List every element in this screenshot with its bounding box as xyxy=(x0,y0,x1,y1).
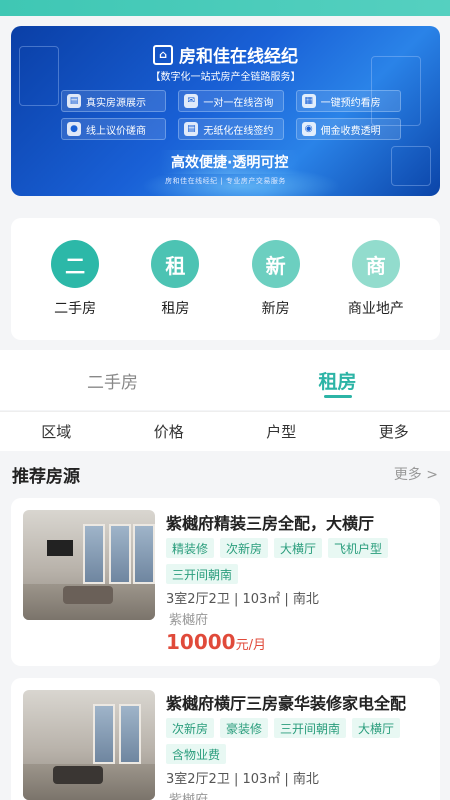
banner-title-text: 房和佳在线经纪 xyxy=(179,47,298,67)
category-icon: 租 xyxy=(151,240,200,288)
recommend-title: 推荐房源 xyxy=(12,466,80,487)
banner-features: ▤ 真实房源展示 ✉ 一对一在线咨询 ▦ 一键预约看房 ● 线上议价磋商 ▤ 无纸化在线签… xyxy=(61,90,401,140)
filter-more[interactable]: 更多 xyxy=(338,412,450,451)
banner-subtitle: 【数字化一站式房产全链路服务】 xyxy=(150,72,301,83)
listing-price: 10000元/月 xyxy=(166,630,266,654)
feature-item: ▤ 真实房源展示 xyxy=(61,90,167,112)
category-icon: 二 xyxy=(51,240,100,288)
location-icon: ◉ xyxy=(301,122,316,136)
listing-community: 紫樾府 xyxy=(169,613,209,628)
listing-photo xyxy=(23,510,155,620)
filter-bar: 区域 价格 户型 更多 xyxy=(0,411,450,451)
category-icon: 新 xyxy=(251,240,300,288)
listing-title: 紫樾府精装三房全配，大横厅 xyxy=(166,514,375,533)
listing-community: 紫樾府 xyxy=(169,789,208,800)
tab-active-indicator xyxy=(323,395,352,398)
banner-slogan: 高效便捷·透明可控 xyxy=(159,150,301,174)
category-new-house[interactable]: 新 新房 xyxy=(231,240,321,318)
category-commercial[interactable]: 商 商业地产 xyxy=(331,240,421,318)
listing-tag: 三开间朝南 xyxy=(166,564,239,584)
listing-tags: 次新房 豪装修 三开间朝南 大横厅 含物业费 xyxy=(166,718,431,764)
category-second-hand[interactable]: 二 二手房 xyxy=(30,240,120,318)
banner-footer: 房和佳在线经纪 | 专业房产交易服务 xyxy=(165,177,286,185)
listing-info: 3室2厅2卫 | 103㎡ | 南北 xyxy=(166,592,319,607)
listing-card[interactable]: 紫樾府精装三房全配，大横厅 精装修 次新房 大横厅 飞机户型 三开间朝南 3室2… xyxy=(11,498,440,666)
listing-tags: 精装修 次新房 大横厅 飞机户型 三开间朝南 xyxy=(166,538,431,584)
feature-item: ▦ 一键预约看房 xyxy=(295,90,401,112)
listing-tag: 飞机户型 xyxy=(328,538,389,558)
contract-icon: ▤ xyxy=(184,122,199,136)
category-icon: 商 xyxy=(351,240,400,288)
feature-item: ▤ 无纸化在线签约 xyxy=(178,118,284,140)
recommend-header: 推荐房源 更多 > xyxy=(0,455,450,493)
category-label: 新房 xyxy=(261,301,290,317)
listing-tag: 三开间朝南 xyxy=(274,718,347,738)
home-icon: ⌂ xyxy=(153,44,173,65)
user-icon: ● xyxy=(67,122,81,136)
listing-tag: 豪装修 xyxy=(220,718,269,738)
price-value: 10000 xyxy=(166,630,236,654)
listing-card[interactable]: 紫樾府横厅三房豪华装修家电全配 次新房 豪装修 三开间朝南 大横厅 含物业费 3… xyxy=(11,678,440,800)
filter-price[interactable]: 价格 xyxy=(113,412,226,451)
document-icon: ▤ xyxy=(67,94,81,108)
feature-item: ◉ 佣金收费透明 xyxy=(295,118,401,140)
promo-banner[interactable]: ⌂ 房和佳在线经纪 【数字化一站式房产全链路服务】 ▤ 真实房源展示 ✉ 一对一在线… xyxy=(11,26,440,196)
recommend-more-link[interactable]: 更多 > xyxy=(394,464,438,484)
feature-item: ● 线上议价磋商 xyxy=(61,118,167,140)
category-label: 商业地产 xyxy=(347,301,404,317)
listing-tag: 次新房 xyxy=(220,538,269,558)
listing-tabs: 二手房 租房 xyxy=(0,350,450,410)
listing-title: 紫樾府横厅三房豪华装修家电全配 xyxy=(166,694,407,713)
tab-second-hand[interactable]: 二手房 xyxy=(0,350,225,410)
category-card: 二 二手房 租 租房 新 新房 商 商业地产 xyxy=(11,218,440,340)
price-unit: 元/月 xyxy=(235,638,266,653)
listing-photo xyxy=(23,690,155,800)
listing-tag: 大横厅 xyxy=(352,718,401,738)
listing-tag: 含物业费 xyxy=(166,744,227,764)
listing-info: 3室2厅2卫 | 103㎡ | 南北 xyxy=(166,772,319,787)
calendar-icon: ▦ xyxy=(301,94,316,108)
tab-rent[interactable]: 租房 xyxy=(225,350,450,410)
status-bar xyxy=(0,0,450,16)
filter-area[interactable]: 区域 xyxy=(0,412,113,451)
filter-layout[interactable]: 户型 xyxy=(225,412,338,451)
chat-icon: ✉ xyxy=(184,94,199,108)
category-rent[interactable]: 租 租房 xyxy=(130,240,220,318)
category-label: 租房 xyxy=(161,301,190,317)
listing-tag: 精装修 xyxy=(166,538,215,558)
category-label: 二手房 xyxy=(54,301,97,317)
banner-title: ⌂ 房和佳在线经纪 xyxy=(11,42,440,67)
listing-tag: 次新房 xyxy=(166,718,215,738)
listing-tag: 大横厅 xyxy=(274,538,323,558)
feature-item: ✉ 一对一在线咨询 xyxy=(178,90,284,112)
